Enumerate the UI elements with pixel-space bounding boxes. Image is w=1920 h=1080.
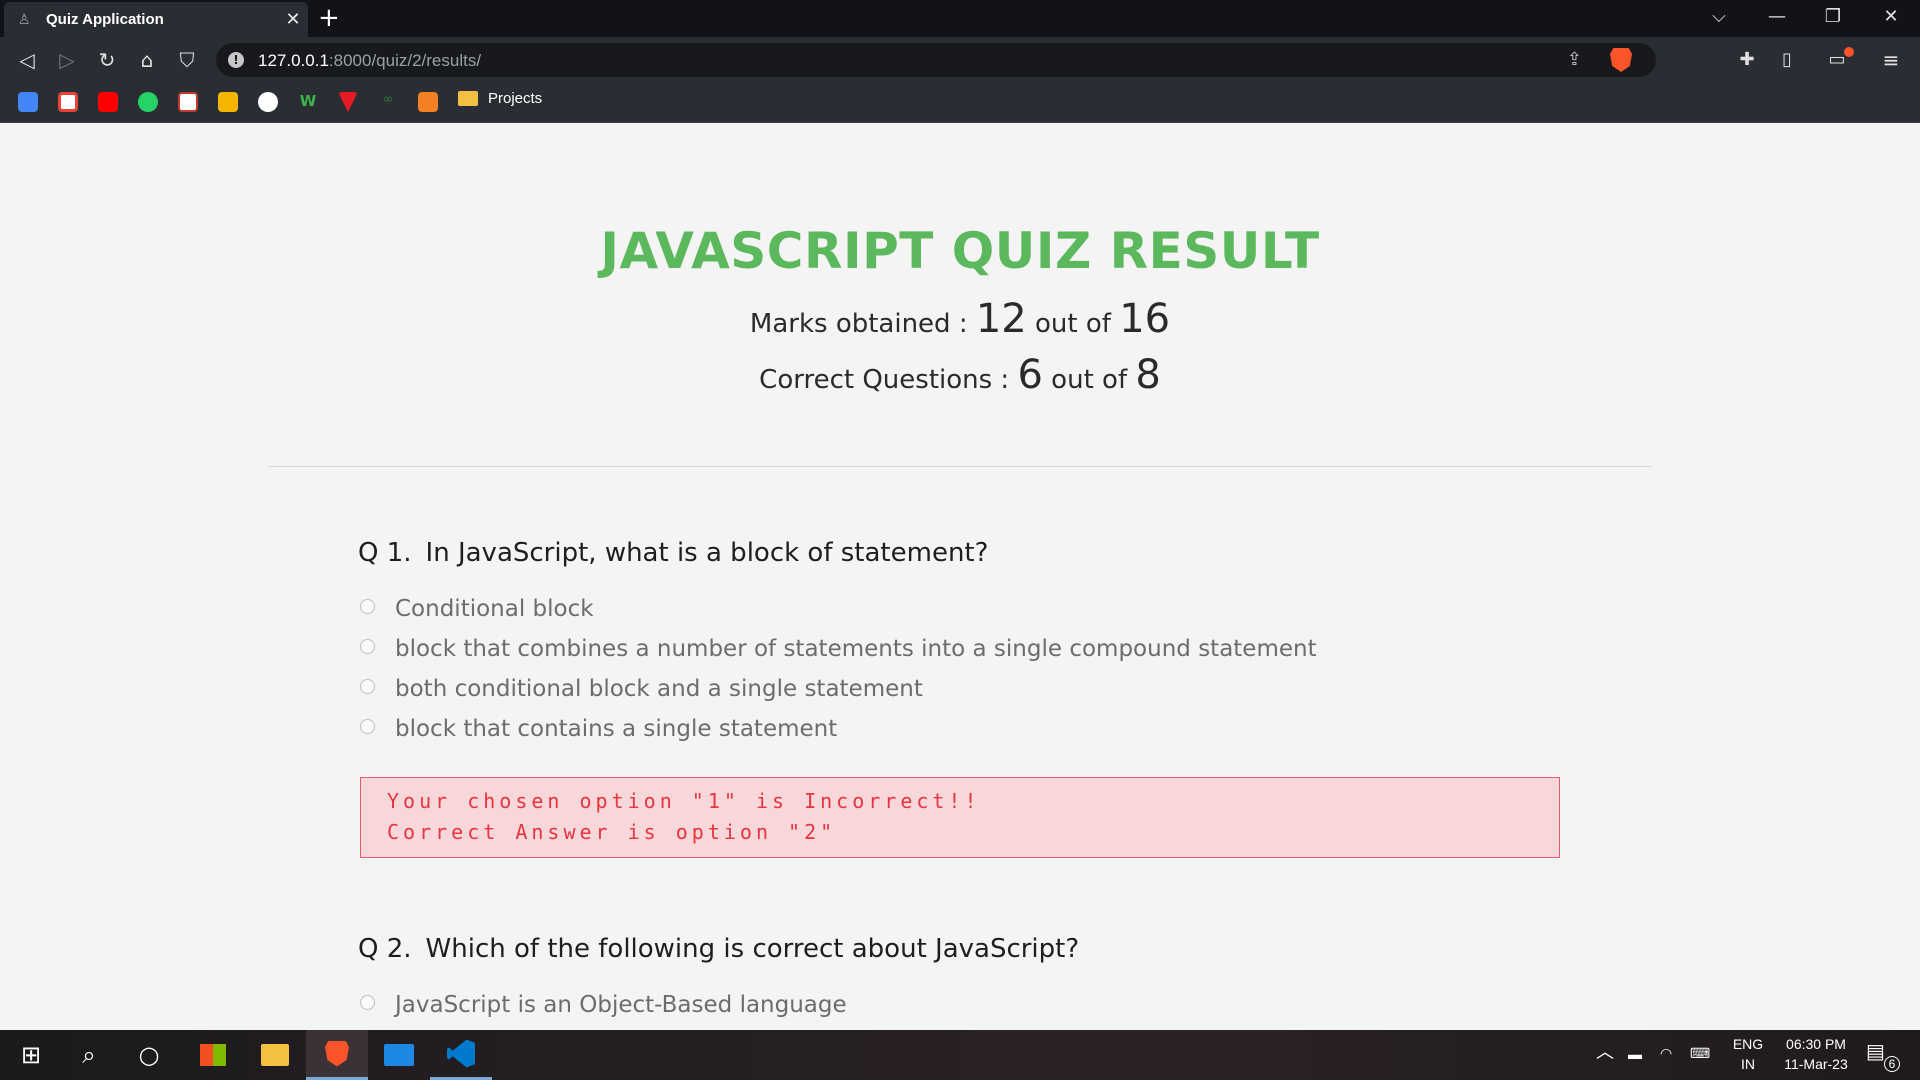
battery-icon[interactable]: ▬ — [1628, 1044, 1642, 1064]
bookmark-icon-5[interactable] — [178, 92, 198, 112]
feedback-correct: Correct Answer is option "2" — [387, 820, 837, 844]
notification-count-badge: 6 — [1884, 1056, 1900, 1072]
radio-button[interactable] — [360, 638, 375, 654]
restore-button[interactable]: ❐ — [1818, 6, 1848, 27]
url-host: 127.0.0.1 — [258, 51, 329, 70]
extensions-icon[interactable]: ✚ — [1734, 47, 1760, 73]
option-2[interactable]: block that combines a number of statemen… — [360, 636, 1317, 662]
brave-taskbar-icon[interactable] — [306, 1030, 368, 1080]
radio-button[interactable] — [360, 994, 375, 1010]
correct-separator: out of — [1042, 365, 1136, 395]
page-content: JAVASCRIPT QUIZ RESULT Marks obtained : … — [0, 124, 1920, 1030]
forward-icon[interactable]: ▷ — [54, 47, 80, 73]
option-label: block that contains a single statement — [395, 716, 838, 742]
radio-button[interactable] — [360, 718, 375, 734]
keyboard-icon[interactable]: ⌨ — [1690, 1043, 1710, 1063]
whatsapp-bookmark-icon[interactable] — [138, 92, 158, 112]
browser-tab[interactable]: ♙ Quiz Application ✕ — [4, 2, 308, 37]
question-number: Q 1. — [358, 538, 412, 568]
vscode-icon[interactable] — [430, 1030, 492, 1080]
file-explorer-icon[interactable] — [244, 1030, 306, 1080]
option-label: both conditional block and a single stat… — [395, 676, 923, 702]
github-bookmark-icon[interactable] — [258, 92, 278, 112]
tab-close-icon[interactable]: ✕ — [278, 9, 308, 30]
question-text: In JavaScript, what is a block of statem… — [425, 538, 989, 568]
clock[interactable]: 06:30 PM 11-Mar-23 — [1772, 1034, 1860, 1074]
share-icon[interactable]: ⇪ — [1567, 49, 1582, 70]
correct-count: 6 — [1017, 352, 1043, 398]
marks-label: Marks obtained : — [749, 309, 976, 339]
bookmarks-bar: W ∞ Projects — [0, 82, 1920, 123]
store-icon[interactable] — [182, 1030, 244, 1080]
option-label: block that combines a number of statemen… — [395, 636, 1317, 662]
clock-date: 11-Mar-23 — [1784, 1056, 1848, 1072]
bookmark-icon[interactable]: ⛉ — [174, 47, 200, 73]
option-1[interactable]: JavaScript is an Object-Based language — [360, 992, 847, 1018]
google-docs-bookmark-icon[interactable] — [18, 92, 38, 112]
new-tab-button[interactable]: + — [318, 4, 340, 32]
correct-summary: Correct Questions : 6 out of 8 — [0, 352, 1920, 398]
close-window-button[interactable]: ✕ — [1876, 6, 1906, 27]
brave-shields-icon[interactable] — [1610, 48, 1632, 72]
marks-separator: out of — [1026, 309, 1120, 339]
minimize-button[interactable]: — — [1762, 6, 1792, 27]
question-number: Q 2. — [358, 934, 412, 964]
notification-icon[interactable]: ▤ — [1866, 1042, 1885, 1062]
divider — [268, 466, 1652, 467]
bookmark-folder-projects[interactable]: Projects — [458, 90, 542, 107]
mail-icon[interactable] — [368, 1030, 430, 1080]
search-icon[interactable]: ⌕ — [58, 1030, 120, 1080]
language-code: ENG — [1732, 1036, 1764, 1052]
question-2: Q 2. Which of the following is correct ab… — [358, 934, 1079, 964]
folder-icon — [458, 91, 478, 106]
url-text[interactable]: 127.0.0.1:8000/quiz/2/results/ — [258, 51, 481, 71]
w-bookmark-icon[interactable]: W — [298, 92, 318, 112]
marks-summary: Marks obtained : 12 out of 16 — [0, 296, 1920, 342]
home-icon[interactable]: ⌂ — [134, 47, 160, 73]
browser-titlebar: ♙ Quiz Application ✕ + ⌵ — ❐ ✕ — [0, 0, 1920, 37]
region-code: IN — [1741, 1056, 1755, 1072]
stackoverflow-bookmark-icon[interactable] — [418, 92, 438, 112]
correct-label: Correct Questions : — [759, 365, 1018, 395]
page-title: JAVASCRIPT QUIZ RESULT — [600, 222, 1320, 280]
address-bar[interactable]: ! 127.0.0.1:8000/quiz/2/results/ ⇪ — [216, 43, 1656, 77]
feedback-chosen: Your chosen option "1" is Incorrect!! — [387, 789, 981, 813]
answer-feedback-alert: Your chosen option "1" is Incorrect!! Co… — [360, 777, 1560, 858]
correct-total: 8 — [1135, 352, 1161, 398]
cortana-icon[interactable]: ○ — [118, 1030, 180, 1080]
sidebar-icon[interactable]: ▯ — [1774, 47, 1800, 73]
wallet-badge — [1844, 47, 1854, 57]
gmail-bookmark-icon[interactable] — [58, 92, 78, 112]
option-3[interactable]: both conditional block and a single stat… — [360, 676, 923, 702]
language-indicator[interactable]: ENG IN — [1728, 1034, 1768, 1074]
tab-favicon-icon: ♙ — [18, 11, 31, 28]
back-icon[interactable]: ◁ — [14, 47, 40, 73]
vivaldi-bookmark-icon[interactable] — [338, 92, 358, 112]
option-1[interactable]: Conditional block — [360, 596, 594, 622]
question-1: Q 1. In JavaScript, what is a block of st… — [358, 538, 988, 568]
option-label: Conditional block — [395, 596, 594, 622]
site-info-icon[interactable]: ! — [228, 52, 244, 68]
url-path: :8000/quiz/2/results/ — [328, 51, 482, 70]
youtube-bookmark-icon[interactable] — [98, 92, 118, 112]
google-classroom-bookmark-icon[interactable] — [218, 92, 238, 112]
gfg-bookmark-icon[interactable]: ∞ — [378, 92, 398, 112]
option-4[interactable]: block that contains a single statement — [360, 716, 837, 742]
question-text: Which of the following is correct about … — [425, 934, 1080, 964]
wifi-icon[interactable]: ◠ — [1660, 1043, 1672, 1063]
tab-title: Quiz Application — [46, 11, 164, 28]
tray-chevron-icon[interactable]: ︿ — [1596, 1042, 1614, 1062]
windows-taskbar: ⊞ ⌕ ○ ︿ ▬ ◠ ⌨ ENG IN 06:30 PM 11-Mar-23 … — [0, 1030, 1920, 1080]
bookmark-folder-label: Projects — [488, 90, 543, 107]
start-windows-icon[interactable]: ⊞ — [0, 1030, 62, 1080]
menu-icon[interactable]: ≡ — [1878, 47, 1904, 73]
option-label: JavaScript is an Object-Based language — [395, 992, 847, 1018]
reload-icon[interactable]: ↻ — [94, 47, 120, 73]
marks-obtained: 12 — [975, 296, 1027, 342]
radio-button[interactable] — [360, 678, 375, 694]
clock-time: 06:30 PM — [1786, 1036, 1846, 1052]
tab-search-chevron-icon[interactable]: ⌵ — [1704, 6, 1734, 27]
marks-total: 16 — [1119, 296, 1171, 342]
radio-button[interactable] — [360, 598, 375, 614]
